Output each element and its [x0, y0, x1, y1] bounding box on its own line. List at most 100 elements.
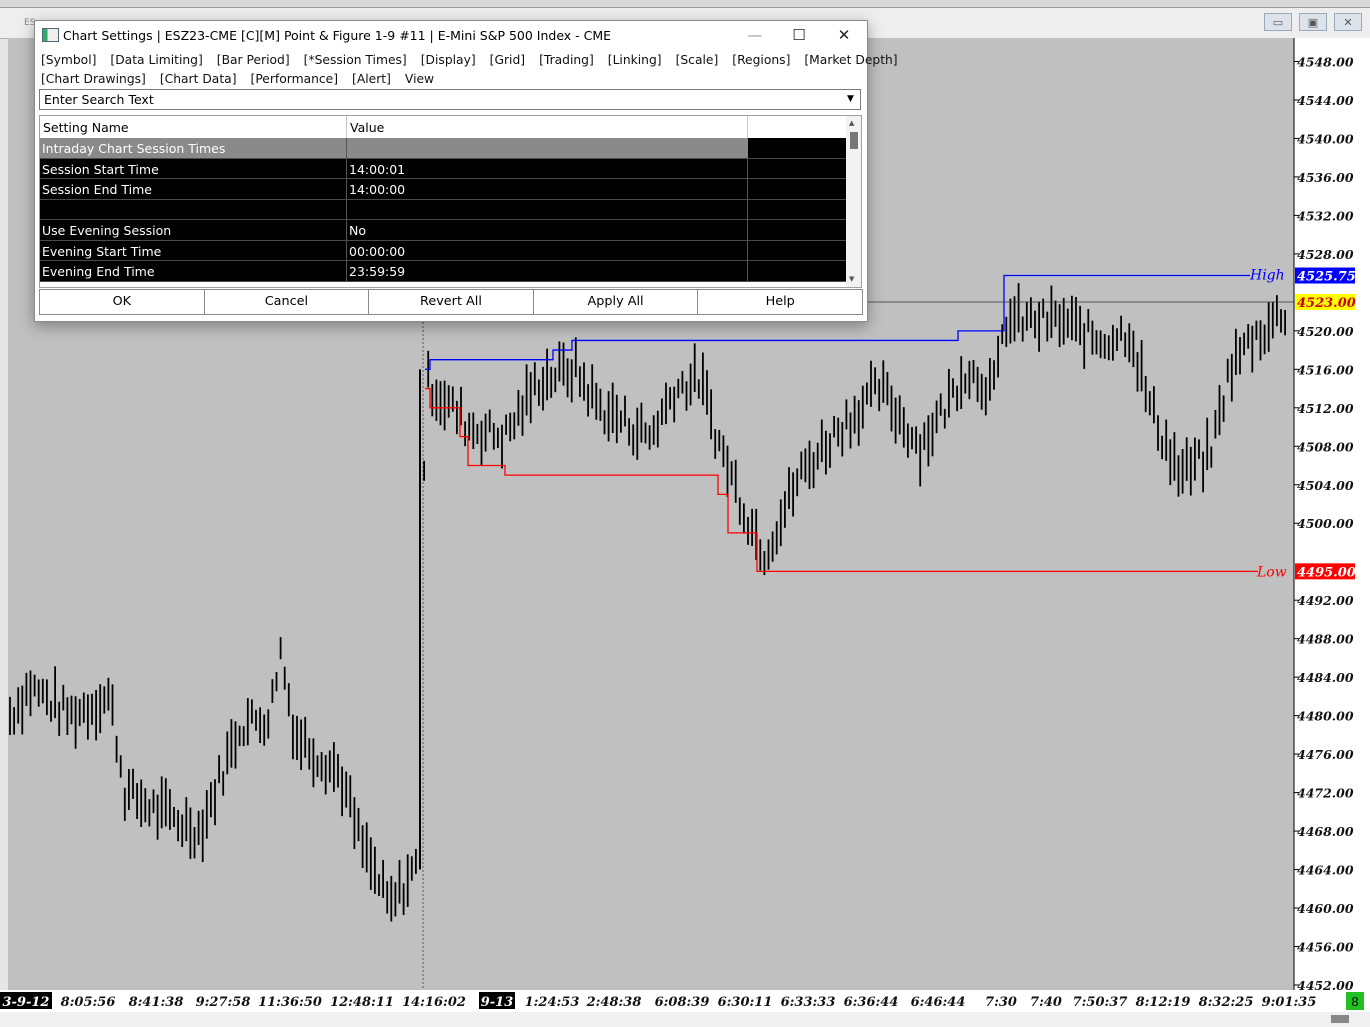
- setting-value[interactable]: 00:00:00: [347, 240, 748, 260]
- tab-display[interactable]: [Display]: [421, 53, 476, 67]
- price-tick-label: 4532.00: [1297, 208, 1354, 223]
- tab-grid[interactable]: [Grid]: [490, 53, 525, 67]
- tab-chart-data[interactable]: [Chart Data]: [160, 72, 237, 86]
- minimize-button[interactable]: —: [732, 21, 778, 50]
- session-low-line: [425, 387, 1258, 572]
- tab-chart-drawings[interactable]: [Chart Drawings]: [41, 72, 146, 86]
- chevron-down-icon[interactable]: ▼: [842, 91, 859, 108]
- time-axis-label: 8:05:56: [61, 995, 116, 1010]
- scroll-up-icon[interactable]: ▲: [849, 119, 854, 127]
- time-axis-label: 11:36:50: [258, 995, 322, 1010]
- setting-extra: [748, 179, 847, 199]
- section-header-row[interactable]: Intraday Chart Session Times: [40, 138, 847, 159]
- time-axis-label: 8:32:25: [1199, 995, 1254, 1010]
- tab-symbol[interactable]: [Symbol]: [41, 53, 96, 67]
- setting-name: Use Evening Session: [40, 220, 347, 240]
- price-tick-label: 4456.00: [1297, 940, 1354, 955]
- revert-all-button[interactable]: Revert All: [368, 289, 534, 315]
- setting-row[interactable]: Evening End Time 23:59:59: [40, 261, 847, 282]
- price-tick-label: 4472.00: [1297, 786, 1354, 801]
- tab-row-1: [Symbol] [Data Limiting] [Bar Period] [*Ses…: [41, 52, 898, 71]
- setting-extra: [748, 261, 847, 281]
- time-axis-label: 6:30:11: [718, 995, 773, 1010]
- grid-header: Setting Name Value: [40, 116, 847, 139]
- tab-regions[interactable]: [Regions]: [732, 53, 790, 67]
- last-price-marker: 4523.00: [1297, 296, 1356, 311]
- setting-name: [40, 199, 347, 219]
- ok-button[interactable]: OK: [39, 289, 205, 315]
- price-tick-label: 4520.00: [1297, 324, 1354, 339]
- setting-extra: [748, 159, 847, 179]
- setting-row[interactable]: Session End Time 14:00:00: [40, 179, 847, 200]
- time-axis-label: 7:40: [1030, 995, 1062, 1010]
- apply-all-button[interactable]: Apply All: [532, 289, 699, 315]
- price-tick-label: 4512.00: [1297, 401, 1354, 416]
- tab-row-2: [Chart Drawings] [Chart Data] [Performance…: [41, 71, 861, 90]
- price-tick-label: 4544.00: [1297, 93, 1354, 108]
- cancel-button[interactable]: Cancel: [203, 289, 370, 315]
- grid-rows: Intraday Chart Session Times Session Star…: [40, 138, 847, 282]
- settings-tabs: [Symbol] [Data Limiting] [Bar Period] [*Ses…: [41, 52, 898, 90]
- tab-session-times[interactable]: [*Session Times]: [304, 53, 407, 67]
- setting-value[interactable]: 14:00:00: [347, 179, 748, 199]
- corner-badge: 8: [1351, 995, 1359, 1009]
- setting-row[interactable]: [40, 199, 847, 220]
- time-axis-label: 6:46:44: [911, 995, 966, 1010]
- tab-linking[interactable]: [Linking]: [608, 53, 662, 67]
- time-axis-label: 9:27:58: [196, 995, 251, 1010]
- setting-name: Session Start Time: [40, 158, 347, 178]
- column-extra: [748, 116, 847, 138]
- maximize-button[interactable]: ☐: [776, 21, 822, 50]
- tab-performance[interactable]: [Performance]: [251, 72, 339, 86]
- price-tick-label: 4480.00: [1297, 709, 1354, 724]
- price-tick-label: 4476.00: [1297, 747, 1354, 762]
- setting-name: Session End Time: [40, 179, 347, 199]
- setting-value[interactable]: [347, 199, 748, 219]
- price-tick-label: 4484.00: [1297, 670, 1354, 685]
- tab-view[interactable]: View: [405, 72, 434, 86]
- column-value[interactable]: Value: [347, 116, 748, 138]
- setting-row[interactable]: Use Evening Session No: [40, 220, 847, 241]
- setting-value[interactable]: 23:59:59: [347, 261, 748, 281]
- search-input[interactable]: [44, 91, 834, 108]
- low-label: Low: [1256, 564, 1287, 580]
- tab-data-limiting[interactable]: [Data Limiting]: [110, 53, 202, 67]
- time-axis-label: 2:48:38: [586, 995, 642, 1010]
- price-tick-label: 4536.00: [1297, 170, 1354, 185]
- high-price-marker: 4525.75: [1297, 270, 1356, 285]
- tab-market-depth[interactable]: [Market Depth]: [804, 53, 897, 67]
- price-tick-label: 4504.00: [1297, 478, 1354, 493]
- price-tick-label: 4492.00: [1297, 593, 1354, 608]
- scroll-down-icon[interactable]: ▼: [849, 275, 854, 283]
- price-tick-label: 4488.00: [1297, 632, 1354, 647]
- time-axis-label: 6:36:44: [844, 995, 899, 1010]
- close-button[interactable]: ✕: [821, 21, 867, 50]
- price-tick-label: 4452.00: [1297, 978, 1354, 993]
- price-tick-label: 4540.00: [1297, 131, 1354, 146]
- setting-value[interactable]: No: [347, 220, 748, 240]
- low-price-marker: 4495.00: [1297, 565, 1356, 580]
- price-bars: [9, 283, 1286, 922]
- price-tick-label: 4460.00: [1297, 901, 1354, 916]
- help-button[interactable]: Help: [697, 289, 863, 315]
- dialog-titlebar[interactable]: Chart Settings | ESZ23-CME [C][M] Point …: [35, 21, 867, 50]
- dialog-button-bar: OK Cancel Revert All Apply All Help: [39, 289, 863, 315]
- grid-vertical-scrollbar[interactable]: ▲ ▼: [846, 116, 861, 287]
- time-axis-label: 7:30: [985, 995, 1017, 1010]
- search-box[interactable]: ▼: [39, 89, 861, 110]
- time-axis-label: 8:12:19: [1136, 995, 1191, 1010]
- tab-alert[interactable]: [Alert]: [352, 72, 391, 86]
- tab-bar-period[interactable]: [Bar Period]: [217, 53, 290, 67]
- tab-scale[interactable]: [Scale]: [676, 53, 719, 67]
- time-axis-label: 1:24:53: [525, 995, 580, 1010]
- grid-scroll-thumb[interactable]: [850, 132, 858, 149]
- time-axis-label: 14:16:02: [402, 995, 466, 1010]
- setting-value[interactable]: 14:00:01: [347, 158, 748, 178]
- chart-settings-dialog: Chart Settings | ESZ23-CME [C][M] Point …: [34, 20, 898, 322]
- price-tick-label: 4464.00: [1297, 863, 1354, 878]
- setting-row[interactable]: Evening Start Time 00:00:00: [40, 240, 847, 261]
- tab-trading[interactable]: [Trading]: [539, 53, 594, 67]
- setting-extra: [748, 241, 847, 261]
- setting-row[interactable]: Session Start Time 14:00:01: [40, 158, 847, 179]
- column-setting-name[interactable]: Setting Name: [40, 116, 347, 138]
